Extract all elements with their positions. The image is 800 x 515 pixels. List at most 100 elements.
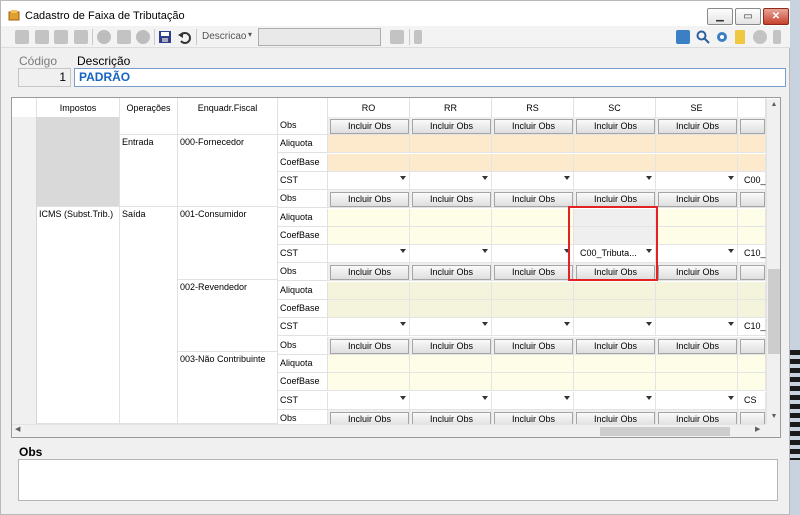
chevron-down-icon[interactable]: [564, 176, 570, 180]
search-input[interactable]: [258, 28, 381, 46]
aliquota-input[interactable]: [492, 282, 574, 300]
incluir-obs-button[interactable]: Incluir Obs: [494, 265, 573, 280]
aliquota-input[interactable]: [410, 209, 492, 227]
chevron-down-icon[interactable]: [564, 396, 570, 400]
coefbase-input[interactable]: [656, 300, 738, 318]
cst-select[interactable]: [492, 245, 574, 263]
horizontal-scroll-thumb[interactable]: [600, 427, 730, 436]
scroll-left-icon[interactable]: ◀: [15, 425, 20, 433]
incluir-obs-button[interactable]: Incluir Obs: [658, 192, 737, 207]
coefbase-input[interactable]: [328, 227, 410, 245]
transfer-icon[interactable]: [676, 30, 690, 44]
maximize-button[interactable]: ▭: [735, 8, 761, 25]
column-header-state[interactable]: RO: [328, 98, 410, 118]
coefbase-input[interactable]: [574, 154, 656, 172]
chevron-down-icon[interactable]: [564, 322, 570, 326]
coefbase-input[interactable]: [738, 154, 766, 172]
descricao-field[interactable]: PADRÃO: [74, 68, 786, 87]
incluir-obs-button[interactable]: [740, 192, 765, 207]
cst-select[interactable]: [492, 318, 574, 336]
aliquota-input[interactable]: [738, 135, 766, 153]
search-field-dropdown-icon[interactable]: ▾: [248, 30, 252, 39]
chevron-down-icon[interactable]: [728, 396, 734, 400]
chevron-down-icon[interactable]: [482, 396, 488, 400]
incluir-obs-button[interactable]: Incluir Obs: [494, 119, 573, 134]
coefbase-input[interactable]: [328, 373, 410, 391]
delete-icon[interactable]: [136, 30, 150, 44]
coefbase-input[interactable]: [656, 154, 738, 172]
chevron-down-icon[interactable]: [728, 322, 734, 326]
close-button[interactable]: ✕: [763, 8, 789, 25]
coefbase-input[interactable]: [492, 300, 574, 318]
incluir-obs-button[interactable]: Incluir Obs: [412, 192, 491, 207]
cst-select[interactable]: [574, 172, 656, 190]
cst-select[interactable]: [574, 318, 656, 336]
first-record-icon[interactable]: [15, 30, 29, 44]
user-icon[interactable]: [753, 30, 767, 44]
chevron-down-icon[interactable]: [646, 396, 652, 400]
aliquota-input[interactable]: [328, 282, 410, 300]
chevron-down-icon[interactable]: [728, 176, 734, 180]
incluir-obs-button[interactable]: Incluir Obs: [330, 339, 409, 354]
incluir-obs-button[interactable]: Incluir Obs: [330, 192, 409, 207]
incluir-obs-button[interactable]: Incluir Obs: [576, 192, 655, 207]
incluir-obs-button[interactable]: Incluir Obs: [658, 265, 737, 280]
incluir-obs-button[interactable]: Incluir Obs: [412, 339, 491, 354]
incluir-obs-button[interactable]: Incluir Obs: [494, 192, 573, 207]
cst-select[interactable]: [328, 172, 410, 190]
chevron-down-icon[interactable]: [482, 176, 488, 180]
cst-select[interactable]: [328, 392, 410, 410]
coefbase-input[interactable]: [738, 373, 766, 391]
cst-select[interactable]: [328, 245, 410, 263]
cst-select[interactable]: C10_: [738, 318, 766, 336]
cst-select[interactable]: C10_: [738, 245, 766, 263]
chevron-down-icon[interactable]: [482, 322, 488, 326]
chevron-down-icon[interactable]: [482, 249, 488, 253]
aliquota-input[interactable]: [656, 209, 738, 227]
coefbase-input[interactable]: [328, 300, 410, 318]
scroll-down-icon[interactable]: ▼: [769, 413, 779, 420]
aliquota-input[interactable]: [738, 209, 766, 227]
cst-select[interactable]: [574, 392, 656, 410]
previous-record-icon[interactable]: [35, 30, 49, 44]
cst-select[interactable]: [410, 392, 492, 410]
aliquota-input[interactable]: [410, 282, 492, 300]
cst-select[interactable]: [492, 172, 574, 190]
chevron-down-icon[interactable]: [400, 396, 406, 400]
last-record-icon[interactable]: [74, 30, 88, 44]
coefbase-input[interactable]: [656, 373, 738, 391]
scroll-right-icon[interactable]: ▶: [755, 425, 760, 433]
exit-icon[interactable]: [773, 30, 781, 44]
column-header-state[interactable]: RS: [492, 98, 574, 118]
incluir-obs-button[interactable]: Incluir Obs: [658, 119, 737, 134]
coefbase-input[interactable]: [410, 373, 492, 391]
aliquota-input[interactable]: [738, 282, 766, 300]
cst-select[interactable]: [410, 245, 492, 263]
incluir-obs-button[interactable]: Incluir Obs: [658, 339, 737, 354]
vertical-scrollbar[interactable]: ▲ ▼: [766, 99, 780, 424]
minimize-button[interactable]: ▁: [707, 8, 733, 25]
cst-select[interactable]: CS: [738, 392, 766, 410]
column-header-state[interactable]: SE: [656, 98, 738, 118]
info-icon[interactable]: [414, 30, 422, 44]
horizontal-scrollbar[interactable]: ◀ ▶: [12, 424, 766, 437]
aliquota-input[interactable]: [656, 135, 738, 153]
coefbase-input[interactable]: [574, 373, 656, 391]
add-icon[interactable]: [97, 30, 111, 44]
vertical-scroll-thumb[interactable]: [768, 269, 780, 354]
chevron-down-icon[interactable]: [400, 176, 406, 180]
coefbase-input[interactable]: [328, 154, 410, 172]
save-icon[interactable]: [158, 30, 172, 44]
aliquota-input[interactable]: [410, 135, 492, 153]
cst-select[interactable]: [656, 245, 738, 263]
coefbase-input[interactable]: [410, 154, 492, 172]
coefbase-input[interactable]: [656, 227, 738, 245]
cst-select[interactable]: [492, 392, 574, 410]
chevron-down-icon[interactable]: [646, 176, 652, 180]
coefbase-input[interactable]: [492, 154, 574, 172]
cst-select[interactable]: [410, 172, 492, 190]
obs-textarea[interactable]: [18, 459, 778, 501]
cst-select[interactable]: [656, 392, 738, 410]
scroll-up-icon[interactable]: ▲: [769, 101, 779, 108]
incluir-obs-button[interactable]: Incluir Obs: [412, 265, 491, 280]
